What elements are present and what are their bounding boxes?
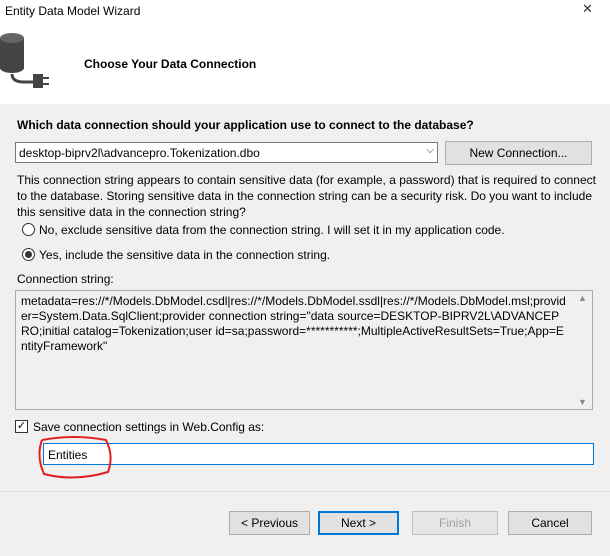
scroll-up-icon[interactable]: ▲	[578, 293, 587, 303]
wizard-header: Choose Your Data Connection	[0, 24, 610, 104]
connection-select[interactable]: desktop-biprv2l\advancepro.Tokenization.…	[15, 142, 438, 163]
window-title: Entity Data Model Wizard	[5, 4, 141, 18]
footer-divider	[0, 491, 610, 492]
connection-string-box[interactable]: metadata=res://*/Models.DbModel.csdl|res…	[15, 290, 593, 410]
radio-label-yes: Yes, include the sensitive data in the c…	[39, 248, 331, 262]
chevron-down-icon[interactable]: ⌵	[426, 145, 434, 156]
cancel-button[interactable]: Cancel	[508, 511, 592, 535]
close-icon[interactable]: ✕	[582, 1, 593, 17]
save-settings-checkbox[interactable]: ✓	[15, 420, 28, 433]
entities-name-input[interactable]: Entities	[43, 443, 594, 465]
finish-button: Finish	[412, 511, 498, 535]
database-plug-icon	[0, 33, 49, 88]
radio-selected-dot	[25, 251, 32, 258]
connection-string-scrollbar[interactable]: ▲ ▼	[575, 291, 592, 409]
red-annotation-circle	[38, 436, 112, 479]
next-button[interactable]: Next >	[318, 511, 399, 535]
scroll-down-icon[interactable]: ▼	[578, 397, 587, 407]
radio-label-no: No, exclude sensitive data from the conn…	[39, 223, 505, 237]
previous-button[interactable]: < Previous	[229, 511, 310, 535]
sensitive-data-description: This connection string appears to contai…	[17, 173, 596, 219]
title-bar: Entity Data Model Wizard ✕	[0, 0, 610, 24]
radio-button-no[interactable]	[22, 223, 35, 236]
radio-include-sensitive[interactable]: Yes, include the sensitive data in the c…	[22, 248, 331, 262]
radio-button-yes[interactable]	[22, 248, 35, 261]
save-settings-label: Save connection settings in Web.Config a…	[33, 420, 265, 434]
radio-exclude-sensitive[interactable]: No, exclude sensitive data from the conn…	[22, 223, 505, 237]
new-connection-button[interactable]: New Connection...	[445, 141, 592, 165]
connection-question: Which data connection should your applic…	[17, 118, 474, 132]
page-heading: Choose Your Data Connection	[84, 57, 257, 71]
connection-string-text[interactable]: metadata=res://*/Models.DbModel.csdl|res…	[21, 294, 566, 354]
connection-select-value: desktop-biprv2l\advancepro.Tokenization.…	[19, 146, 260, 160]
connection-string-label: Connection string:	[17, 272, 114, 286]
